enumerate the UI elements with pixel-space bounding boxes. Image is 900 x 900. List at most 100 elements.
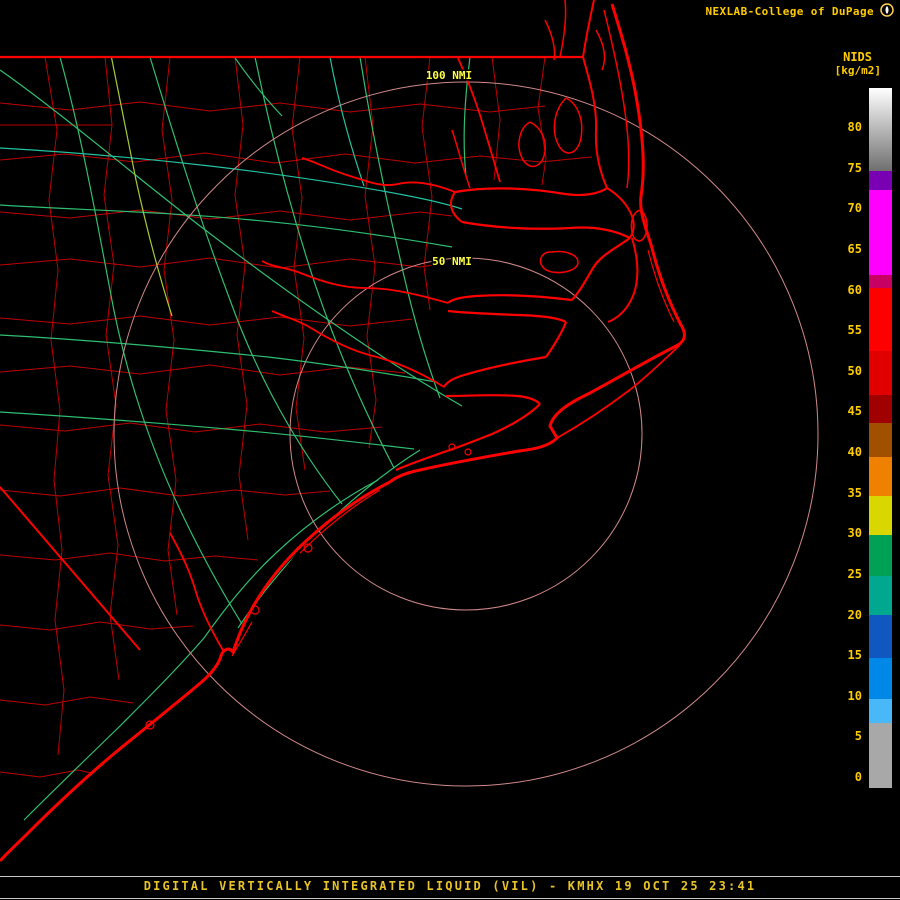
colorbar-segment: [869, 495, 892, 535]
road-line: [237, 449, 421, 629]
colorbar-segment: [869, 395, 892, 423]
colorbar-tick-label: 55: [847, 323, 862, 338]
neuse-river-north-shore: [443, 355, 547, 388]
county-line: [0, 552, 259, 562]
coastline-segment: [603, 9, 630, 189]
colorbar-title: NIDS: [843, 50, 872, 64]
county-line: [0, 101, 546, 113]
roads: [0, 57, 471, 821]
county-line: [0, 422, 383, 433]
road-line: [359, 57, 441, 399]
county-line: [0, 696, 134, 706]
road-line: [329, 57, 365, 187]
colorbar-tick-label: 30: [847, 526, 862, 541]
colorbar-segment: [869, 615, 892, 658]
county-line: [0, 257, 447, 269]
coastline-segment: [299, 489, 381, 554]
colorbar-segment: [869, 88, 892, 171]
neuse-river-south-shore: [445, 394, 541, 405]
colorbar-tick-label: 0: [854, 770, 862, 784]
range-ring-100nmi: [113, 81, 819, 787]
colorbar-tick-label: 65: [847, 241, 862, 256]
county-line: [0, 487, 331, 497]
albemarle-sound-south-shore: [461, 220, 631, 239]
colorbar-tick-label: 45: [847, 404, 862, 419]
footer-rule-top: [0, 876, 900, 877]
colorbar-tick-label: 40: [847, 445, 862, 459]
colorbar-segment: [869, 456, 892, 496]
colorbar-tick-label: 25: [847, 566, 862, 581]
colorbar-tick-label: 20: [847, 607, 862, 622]
secondary-roads: [0, 57, 463, 210]
radar-map: 100 NMI 50 NMI: [0, 0, 819, 862]
range-ring-50nmi: [289, 257, 643, 611]
pamlico-river-south-shore: [447, 309, 567, 323]
road-line: [0, 204, 453, 248]
cod-logo-icon: [880, 3, 894, 17]
southern-coastline: [0, 480, 391, 862]
road-line: [23, 479, 379, 821]
core-banks: [556, 344, 681, 439]
coastline-segment: [582, 56, 608, 189]
road-line: [0, 69, 463, 407]
colorbar-tick-label: 50: [847, 363, 862, 378]
colorbar-segment: [869, 699, 892, 723]
colorbar-tick-label: 5: [854, 729, 862, 744]
lake-mattamuskeet: [539, 250, 579, 274]
colorbar-segment: [869, 274, 892, 288]
county-line: [0, 364, 406, 376]
colorbar-tick-label: 80: [847, 120, 862, 134]
county-boundaries: [0, 57, 593, 778]
coastline-segment: [647, 249, 675, 323]
county-line: [44, 57, 65, 756]
pamlico-river-north-shore: [447, 294, 573, 304]
colorbar-units: [kg/m2]: [834, 64, 881, 77]
colorbar-tick-label: 60: [847, 282, 862, 297]
river-neuse: [271, 310, 445, 388]
river-cape-fear: [169, 532, 225, 653]
footer-rule-bottom: [0, 898, 900, 899]
state-border-nc-sc: [0, 486, 141, 651]
colorbar-tick-label: 10: [847, 688, 862, 703]
primary-roads: [0, 57, 471, 821]
colorbar-segment: [869, 722, 892, 788]
colorbar-tick-label: 35: [847, 485, 862, 500]
radar-screen: 100 NMI 50 NMI NEXLAB-College of DuPage …: [0, 0, 900, 900]
colorbar-segment: [869, 190, 892, 275]
river-roanoke: [301, 157, 456, 193]
county-line: [0, 209, 453, 221]
coastline-segment: [544, 19, 556, 61]
coastline-segment: [553, 97, 583, 154]
colorbar-tick-label: 75: [847, 160, 862, 175]
coastline-segment: [559, 0, 567, 58]
coastline-segment: [595, 29, 606, 71]
colorbar-segment: [869, 422, 892, 457]
road-line: [59, 57, 269, 665]
county-line: [537, 57, 547, 186]
colorbar-segment: [869, 351, 892, 396]
colorbar-tick-label: 70: [847, 201, 862, 216]
colorbar-segment: [869, 170, 892, 191]
colorbar-segment: [869, 287, 892, 352]
county-line: [0, 315, 413, 327]
range-ring-label-100nmi: 100 NMI: [426, 69, 472, 82]
county-line: [103, 57, 120, 681]
product-title: DIGITAL VERTICALLY INTEGRATED LIQUID (VI…: [143, 879, 757, 893]
coastline-segment: [582, 0, 595, 58]
pamlico-sound-west-shore: [571, 237, 631, 301]
county-line: [0, 769, 101, 778]
brand-text: NEXLAB-College of DuPage: [705, 5, 874, 18]
coastal-island: [464, 448, 472, 456]
county-line: [291, 57, 306, 471]
range-ring-label-50nmi: 50 NMI: [432, 255, 472, 268]
range-rings: [113, 81, 819, 787]
colorbar-segment: [869, 534, 892, 576]
county-line: [0, 621, 194, 631]
albemarle-sound-north-shore: [454, 187, 608, 197]
colorbar-tick-label: 15: [847, 648, 862, 663]
colorbar-segment: [869, 657, 892, 699]
coastline-segment: [545, 321, 568, 358]
colorbar-segment: [869, 575, 892, 616]
county-line: [234, 57, 249, 541]
county-line: [161, 57, 178, 616]
